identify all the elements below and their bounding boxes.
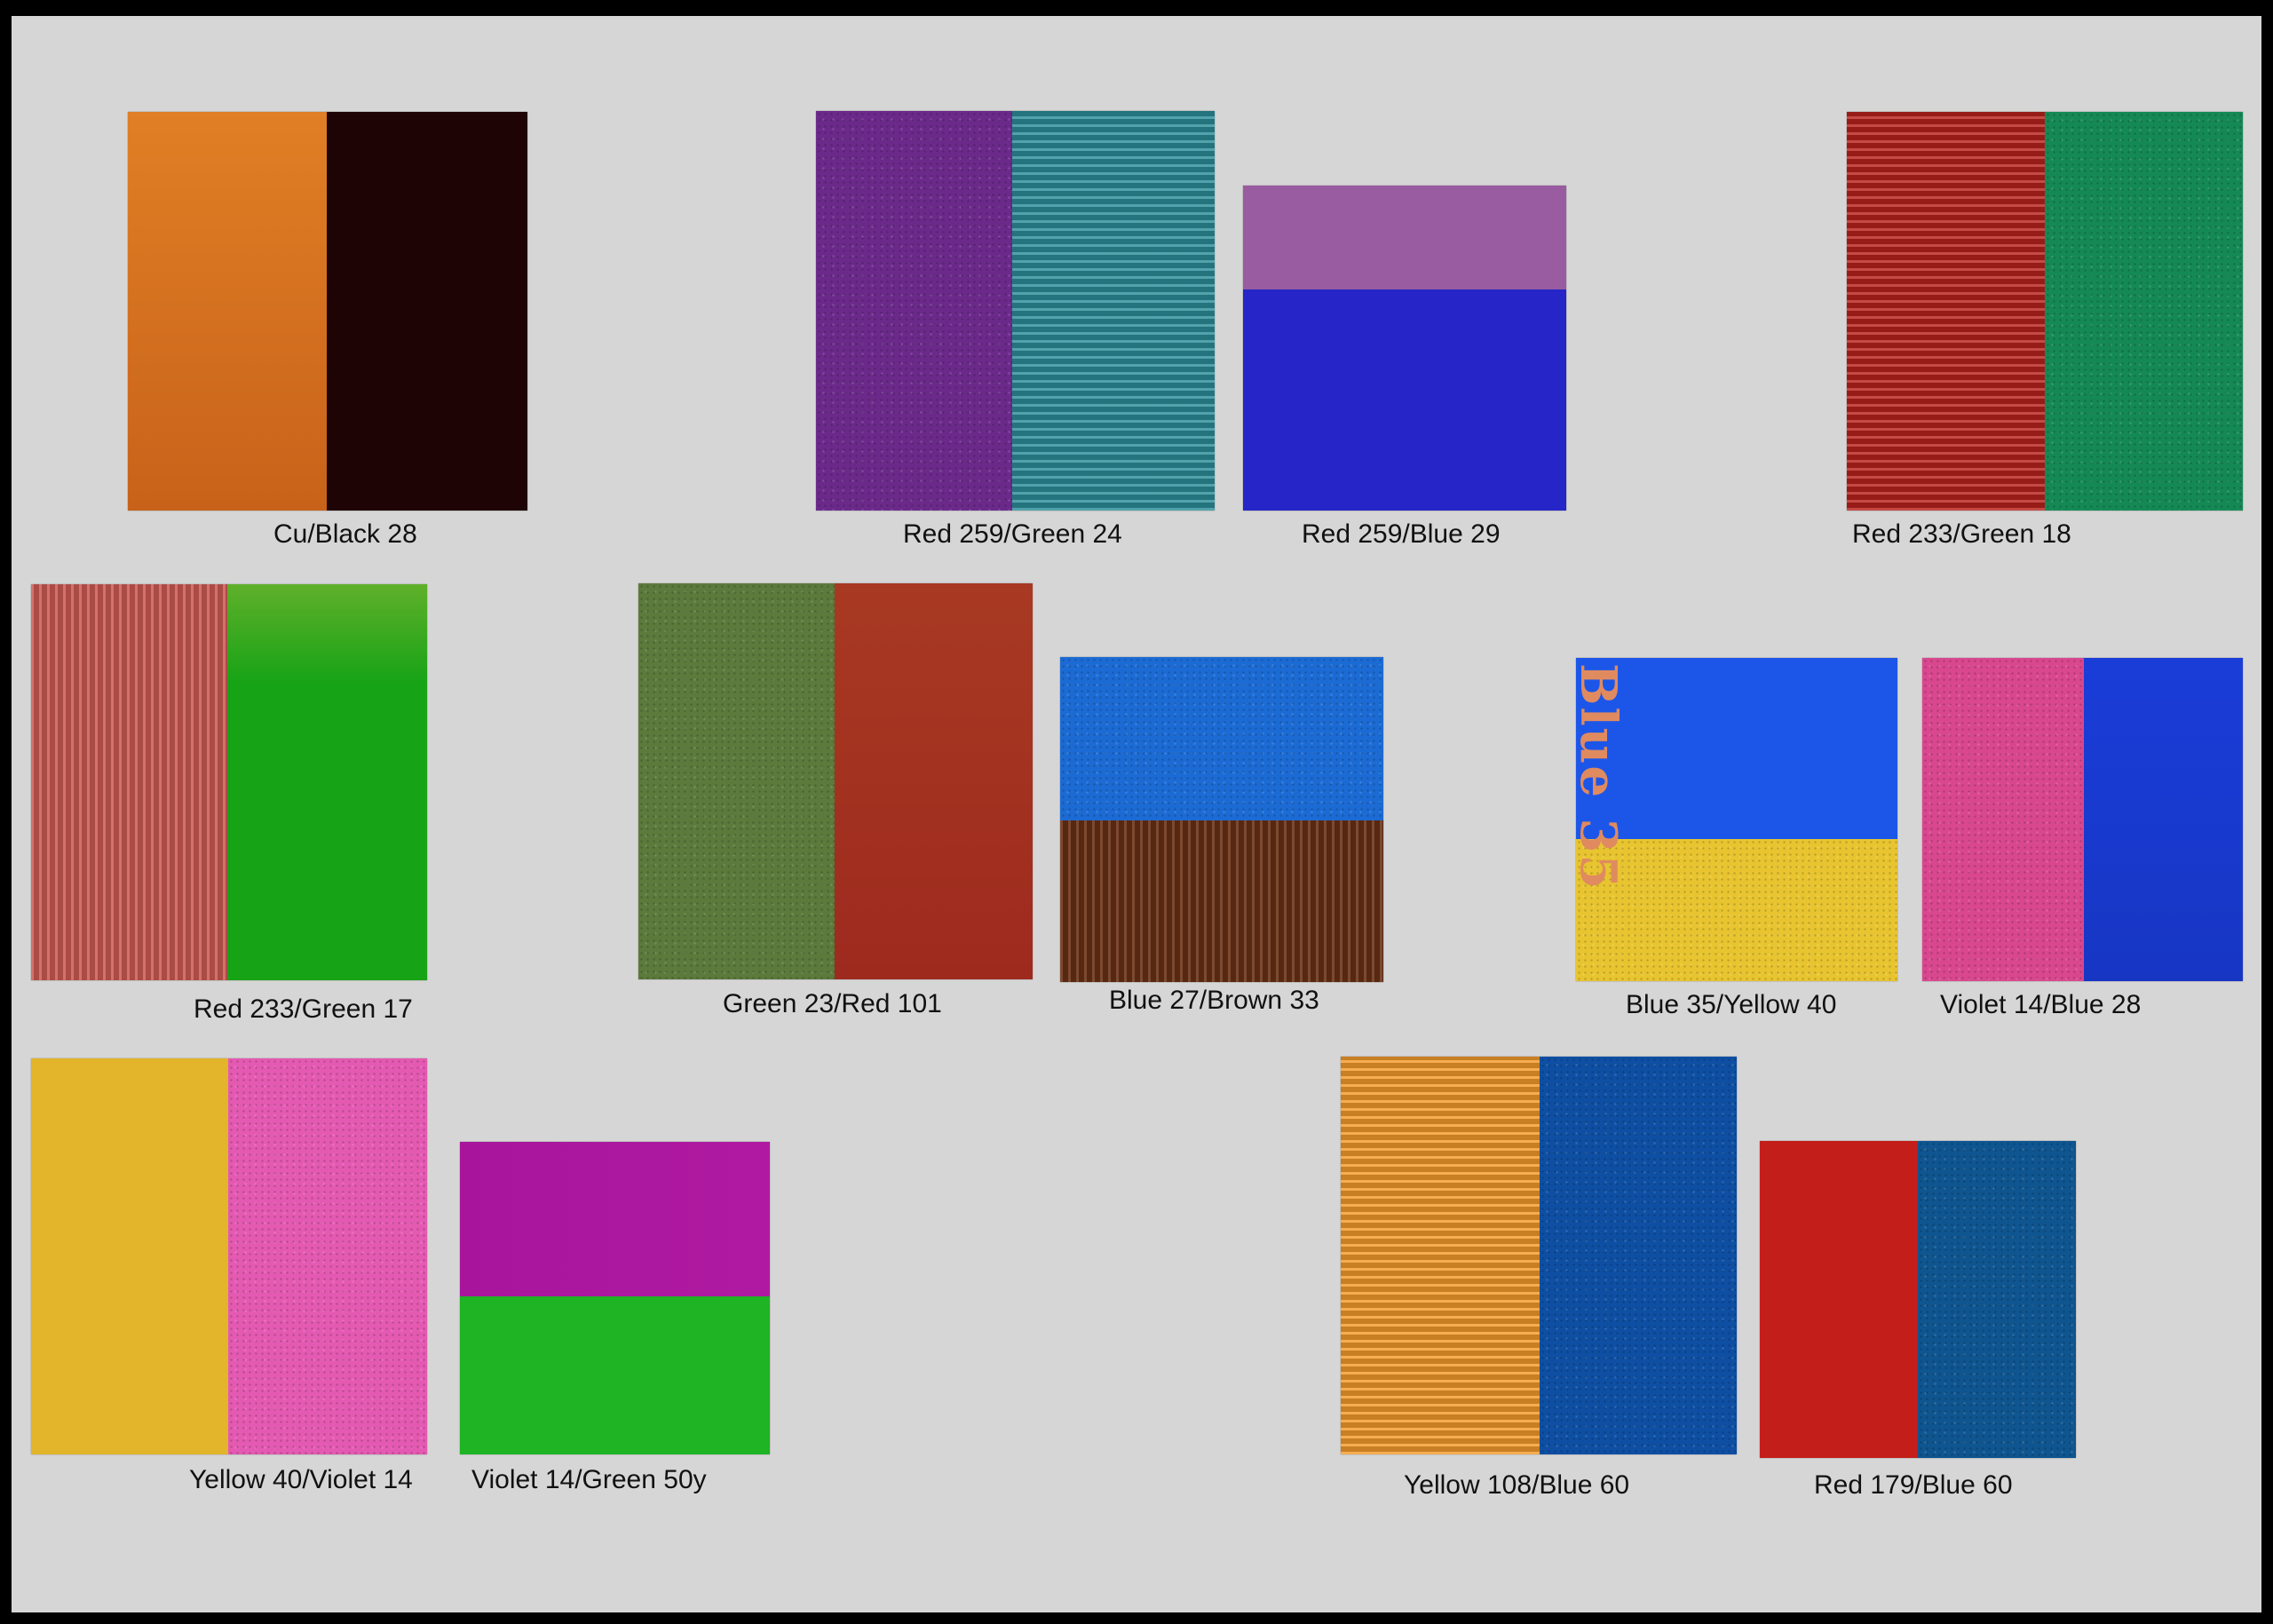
artwork-caption: Red 233/Green 18 (1852, 519, 2071, 549)
artwork-caption: Red 233/Green 17 (194, 994, 413, 1024)
artwork-caption: Blue 35/Yellow 40 (1626, 990, 1837, 1019)
color-block-right (835, 583, 1033, 979)
artwork-caption: Blue 27/Brown 33 (1109, 986, 1319, 1015)
artwork-caption: Red 259/Green 24 (903, 519, 1122, 549)
color-block-right (327, 112, 527, 511)
color-block-left (1760, 1141, 1918, 1458)
color-block-top (1243, 186, 1566, 289)
artwork-blue27-brown33[interactable] (1060, 657, 1383, 982)
color-block-left (1922, 658, 2084, 981)
artwork-caption: Violet 14/Blue 28 (1940, 990, 2142, 1019)
color-block-left (31, 584, 227, 980)
artwork-caption: Green 23/Red 101 (723, 989, 942, 1018)
color-block-left (816, 111, 1012, 511)
artwork-caption: Cu/Black 28 (273, 519, 417, 549)
artwork-caption: Yellow 40/Violet 14 (189, 1465, 413, 1494)
color-block-right (1918, 1141, 2076, 1458)
artwork-violet14-blue28[interactable] (1922, 658, 2243, 981)
artwork-caption: Yellow 108/Blue 60 (1404, 1470, 1630, 1500)
color-block-bottom (460, 1296, 770, 1454)
artwork-red179-blue60[interactable] (1760, 1141, 2076, 1458)
artwork-yellow108-blue60[interactable] (1341, 1057, 1737, 1454)
stencil-lettering: Blue 35 (1576, 663, 1628, 891)
artwork-red259-green24[interactable] (816, 111, 1215, 511)
artwork-violet14-green50y[interactable] (460, 1142, 770, 1454)
color-block-left (1341, 1057, 1540, 1454)
artwork-blue35-yellow40[interactable]: Blue 35 (1576, 658, 1897, 981)
artwork-red233-green17[interactable] (31, 584, 427, 980)
color-block-bottom (1243, 289, 1566, 511)
color-block-top (1060, 657, 1383, 820)
artwork-cu-black-28[interactable] (128, 112, 527, 511)
color-block-right (2084, 658, 2243, 981)
color-block-top (460, 1142, 770, 1296)
artwork-yellow40-violet14[interactable] (31, 1058, 427, 1454)
color-block-left (1847, 112, 2045, 511)
color-block-right (227, 584, 427, 980)
artwork-red233-green18[interactable] (1847, 112, 2243, 511)
color-block-right (1540, 1057, 1737, 1454)
color-block-bottom (1060, 820, 1383, 982)
artwork-green23-red101[interactable] (638, 583, 1033, 979)
artwork-caption: Red 179/Blue 60 (1814, 1470, 2013, 1500)
artwork-red259-blue29[interactable] (1243, 186, 1566, 511)
color-block-left (128, 112, 327, 511)
artwork-caption: Red 259/Blue 29 (1302, 519, 1501, 549)
gallery-sheet: Cu/Black 28 Red 259/Green 24 Red 259/Blu… (12, 16, 2261, 1612)
color-block-left (31, 1058, 228, 1454)
color-block-right (228, 1058, 427, 1454)
color-block-left (638, 583, 835, 979)
color-block-right (2045, 112, 2243, 511)
color-block-right (1012, 111, 1215, 511)
artwork-caption: Violet 14/Green 50y (471, 1465, 707, 1494)
